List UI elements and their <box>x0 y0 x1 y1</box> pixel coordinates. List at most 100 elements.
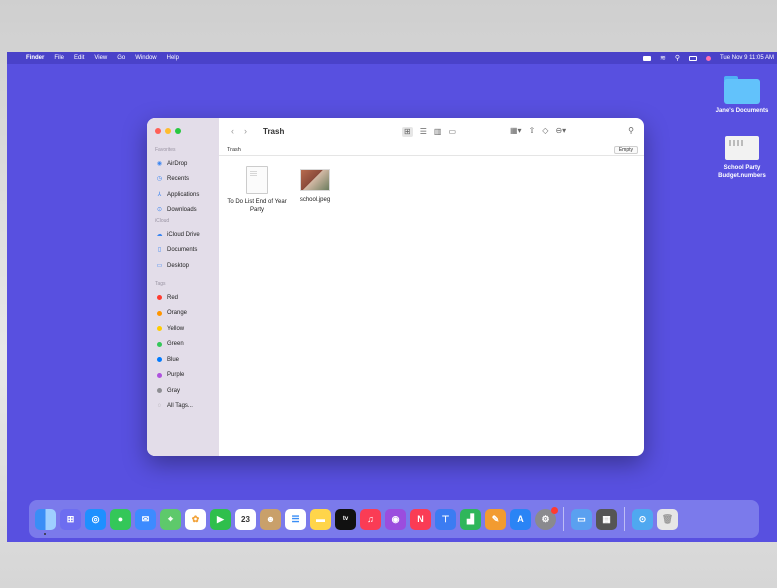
sidebar-item-icloud-drive[interactable]: ☁ iCloud Drive <box>147 227 219 243</box>
sidebar-item-documents[interactable]: ▯ Documents <box>147 243 219 259</box>
siri-icon[interactable] <box>705 55 711 61</box>
sidebar-item-applications[interactable]: ⅄ Applications <box>147 187 219 203</box>
sidebar-item-recents[interactable]: ◷ Recents <box>147 172 219 188</box>
trash-icon[interactable]: 🗑 <box>657 508 678 530</box>
photos-icon[interactable]: ✿ <box>185 508 206 530</box>
desktop-item-school-party-budget[interactable]: School Party Budget.numbers <box>709 136 775 180</box>
calendar-day: 23 <box>241 514 250 524</box>
sidebar-item-label: Orange <box>167 310 188 317</box>
image-thumbnail-icon <box>300 169 330 191</box>
facetime-icon[interactable]: ▶ <box>210 508 231 530</box>
sidebar-item-tag-red[interactable]: Red <box>147 290 219 306</box>
sidebar-item-tag-blue[interactable]: Blue <box>147 352 219 368</box>
maps-icon[interactable]: ⌖ <box>160 508 181 530</box>
sidebar-item-all-tags[interactable]: ◌ All Tags... <box>147 399 219 415</box>
preview-icon[interactable]: ▭ <box>571 508 592 530</box>
sidebar-item-airdrop[interactable]: ◉ AirDrop <box>147 156 219 172</box>
desktop-item-label: School Party Budget.numbers <box>718 165 766 179</box>
sidebar-item-label: Gray <box>167 387 181 394</box>
keynote-icon[interactable]: ⊤ <box>435 508 456 530</box>
sidebar-heading: iCloud <box>155 218 170 224</box>
forward-button[interactable]: › <box>244 126 247 136</box>
notification-badge <box>551 506 558 514</box>
calendar-icon[interactable]: 23 <box>235 508 256 530</box>
close-button[interactable] <box>155 128 161 134</box>
sidebar-item-tag-orange[interactable]: Orange <box>147 306 219 322</box>
sidebar-item-desktop[interactable]: ▭ Desktop <box>147 258 219 274</box>
desktop-item-janes-documents[interactable]: Jane's Documents <box>709 76 775 116</box>
sidebar-item-tag-gray[interactable]: Gray <box>147 383 219 399</box>
sidebar-heading: Tags <box>155 281 166 287</box>
contacts-icon[interactable]: ☻ <box>260 508 281 530</box>
sidebar-tags: Tags Red Orange Yellow Green Blue Purple… <box>147 281 219 414</box>
battery-icon[interactable] <box>642 55 651 61</box>
actions-group: ▦▾ ⇧ ◇ ⊖▾ <box>510 127 566 135</box>
file-name: school.jpeg <box>299 197 331 203</box>
icon-view-button[interactable]: ⊞ <box>402 127 413 137</box>
sidebar-item-label: Green <box>167 341 184 348</box>
file-item[interactable]: To Do List End of Year Party <box>227 166 287 215</box>
sidebar-icloud: iCloud ☁ iCloud Drive ▯ Documents ▭ Desktop <box>147 218 219 274</box>
dock: ⊞ ◎ ● ✉ ⌖ ✿ ▶ 23 ☻ ☰ ▬ tv ♫ ◉ N ⊤ ▟ ✎ A … <box>29 500 759 538</box>
numbers-icon[interactable]: ▟ <box>460 508 481 530</box>
empty-trash-button[interactable]: Empty <box>613 146 638 154</box>
news-icon[interactable]: N <box>410 508 431 530</box>
messages-icon[interactable]: ● <box>110 508 131 530</box>
desktop-icon: ▭ <box>156 262 163 269</box>
menu-go[interactable]: Go <box>117 55 125 61</box>
music-icon[interactable]: ♫ <box>360 508 381 530</box>
sidebar-item-tag-yellow[interactable]: Yellow <box>147 321 219 337</box>
downloads-folder-icon[interactable]: ⊙ <box>632 508 653 530</box>
menu-app-name[interactable]: Finder <box>26 55 44 61</box>
download-icon: ⊙ <box>156 207 163 214</box>
sidebar-item-downloads[interactable]: ⊙ Downloads <box>147 203 219 219</box>
list-view-button[interactable]: ☰ <box>420 128 427 136</box>
view-mode-group: ⊞ ☰ ▥ ▭ <box>402 127 456 137</box>
reminders-icon[interactable]: ☰ <box>285 508 306 530</box>
tv-icon[interactable]: tv <box>335 508 356 530</box>
sidebar-item-tag-green[interactable]: Green <box>147 337 219 353</box>
gallery-view-button[interactable]: ▭ <box>448 128 456 136</box>
spotlight-search-icon[interactable]: ⚲ <box>675 55 680 62</box>
file-name: To Do List End of Year Party <box>227 199 287 213</box>
safari-icon[interactable]: ◎ <box>85 508 106 530</box>
app-store-icon[interactable]: A <box>510 508 531 530</box>
wifi-icon[interactable]: ≋ <box>660 55 666 62</box>
dock-separator <box>563 507 564 531</box>
launchpad-icon[interactable]: ⊞ <box>60 508 81 530</box>
sidebar-item-tag-purple[interactable]: Purple <box>147 368 219 384</box>
sidebar-item-label: Blue <box>167 356 180 363</box>
zoom-button[interactable] <box>175 128 181 134</box>
menu-help[interactable]: Help <box>167 55 179 61</box>
back-button[interactable]: ‹ <box>231 126 234 136</box>
mail-icon[interactable]: ✉ <box>135 508 156 530</box>
pages-icon[interactable]: ✎ <box>485 508 506 530</box>
file-item[interactable]: school.jpeg <box>285 166 345 205</box>
notes-icon[interactable]: ▬ <box>310 508 331 530</box>
finder-icon[interactable] <box>35 508 56 535</box>
control-center-icon[interactable] <box>688 55 697 61</box>
dock-separator <box>624 507 625 531</box>
menu-file[interactable]: File <box>54 55 64 61</box>
finder-window: Favorites ◉ AirDrop ◷ Recents ⅄ Application… <box>147 118 644 456</box>
menu-clock[interactable]: Tue Nov 9 11:05 AM <box>720 55 774 61</box>
sidebar-item-label: Applications <box>167 191 200 198</box>
system-preferences-icon[interactable]: ⚙ <box>535 506 558 530</box>
minimize-button[interactable] <box>165 128 171 134</box>
menu-edit[interactable]: Edit <box>74 55 84 61</box>
podcasts-icon[interactable]: ◉ <box>385 508 406 530</box>
finder-sidebar: Favorites ◉ AirDrop ◷ Recents ⅄ Application… <box>147 118 219 456</box>
column-view-button[interactable]: ▥ <box>434 128 442 136</box>
menu-window[interactable]: Window <box>135 55 156 61</box>
menu-view[interactable]: View <box>94 55 107 61</box>
clock-icon: ◷ <box>156 176 163 183</box>
folder-icon <box>724 76 760 104</box>
calculator-icon[interactable]: ▦ <box>596 508 617 530</box>
group-by-button[interactable]: ▦▾ <box>510 127 522 135</box>
tag-icon[interactable]: ◇ <box>542 127 548 135</box>
search-icon[interactable]: ⚲ <box>628 127 634 135</box>
more-actions-button[interactable]: ⊖▾ <box>555 127 566 135</box>
sidebar-favorites: Favorites ◉ AirDrop ◷ Recents ⅄ Application… <box>147 147 219 218</box>
share-icon[interactable]: ⇧ <box>529 127 536 135</box>
tag-dot-icon <box>157 372 162 378</box>
